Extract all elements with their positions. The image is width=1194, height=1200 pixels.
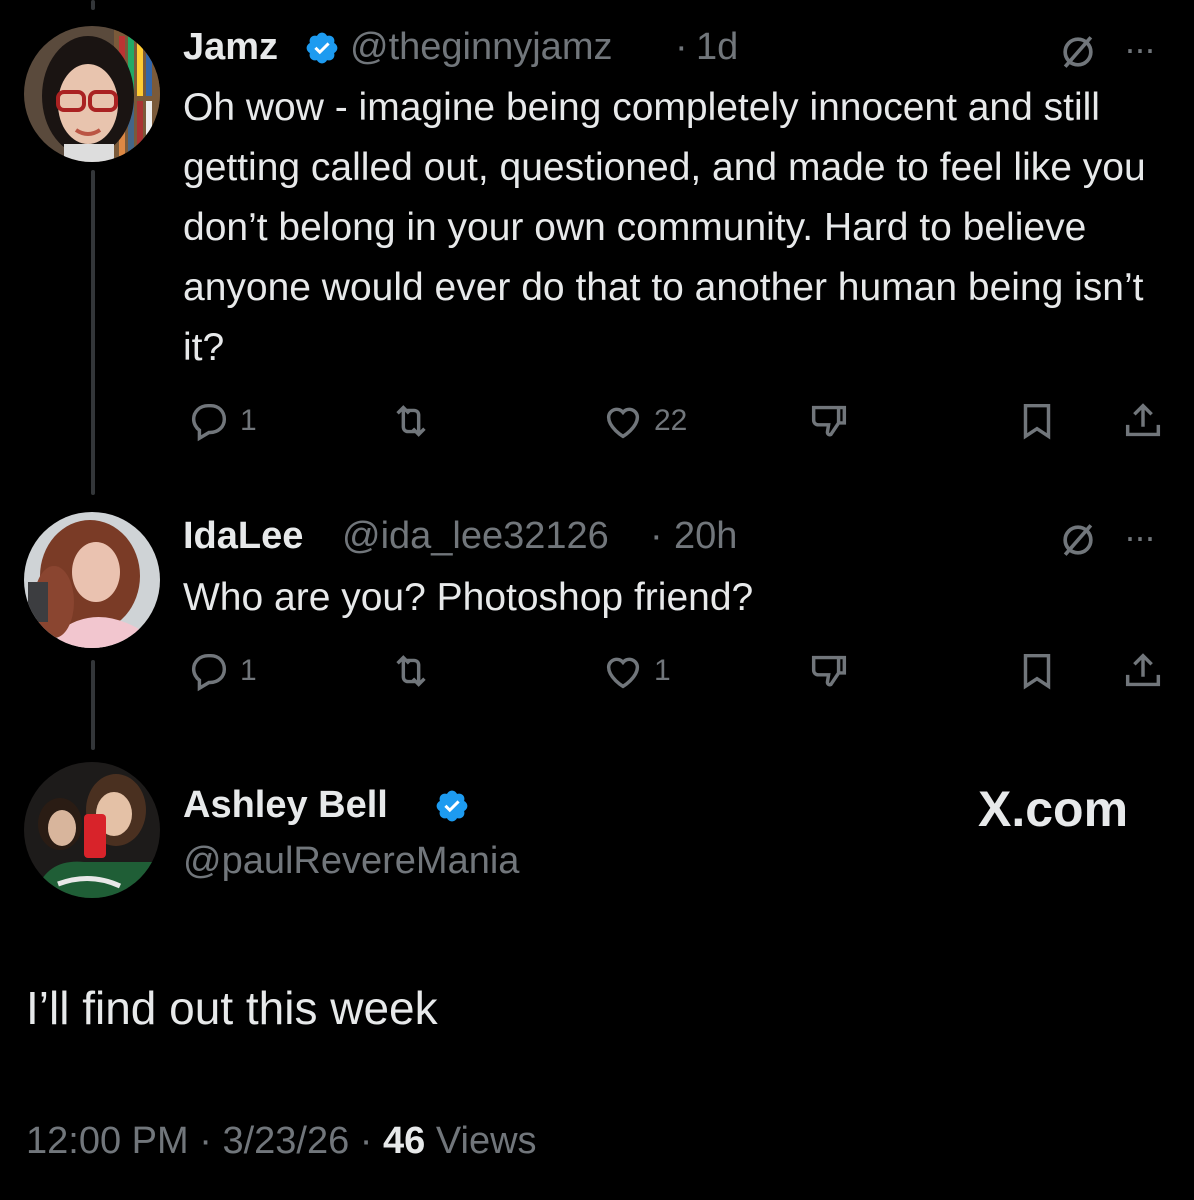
reply-count: 1 bbox=[240, 404, 257, 437]
reply-icon bbox=[191, 653, 227, 692]
bookmark-icon bbox=[1023, 653, 1051, 690]
like-button[interactable]: 22 bbox=[600, 398, 687, 444]
separator: · bbox=[199, 1120, 212, 1162]
tweet-meta: 12:00 PM · 3/23/26 · 46 Views bbox=[26, 1120, 537, 1163]
more-icon[interactable]: ··· bbox=[1124, 28, 1156, 70]
grok-icon[interactable] bbox=[1056, 30, 1100, 74]
thread-line bbox=[91, 0, 95, 10]
avatar[interactable] bbox=[24, 512, 160, 648]
author-name[interactable]: Jamz bbox=[183, 26, 278, 69]
repost-icon bbox=[396, 655, 426, 687]
timestamp[interactable]: 20h bbox=[674, 515, 737, 558]
author-handle[interactable]: @ida_lee32126 bbox=[342, 515, 609, 558]
reply-button[interactable]: 1 bbox=[186, 648, 257, 694]
author-name[interactable]: IdaLee bbox=[183, 515, 303, 558]
author-handle[interactable]: @paulRevereMania bbox=[183, 840, 519, 883]
downvote-button[interactable] bbox=[806, 398, 852, 444]
watermark-xcom: X.com bbox=[978, 781, 1129, 837]
separator: · bbox=[675, 26, 688, 68]
tweet-time: 12:00 PM bbox=[26, 1120, 189, 1162]
verified-badge-icon bbox=[436, 790, 468, 822]
separator: · bbox=[650, 515, 663, 557]
downvote-icon bbox=[811, 405, 847, 437]
thread-line bbox=[91, 660, 95, 750]
share-button[interactable] bbox=[1120, 398, 1166, 444]
repost-icon bbox=[396, 405, 426, 437]
separator: · bbox=[359, 1120, 373, 1162]
reply-button[interactable]: 1 bbox=[186, 398, 257, 444]
tweet-text: I’ll find out this week bbox=[26, 982, 438, 1034]
downvote-icon bbox=[811, 655, 847, 687]
views-label: Views bbox=[435, 1120, 537, 1162]
tweet-date[interactable]: 3/23/26 bbox=[222, 1120, 349, 1162]
like-count: 1 bbox=[654, 654, 671, 687]
share-icon bbox=[1125, 653, 1161, 687]
like-icon bbox=[606, 407, 640, 439]
views-count: 46 bbox=[383, 1120, 426, 1162]
downvote-button[interactable] bbox=[806, 648, 852, 694]
repost-button[interactable] bbox=[388, 648, 434, 694]
like-button[interactable]: 1 bbox=[600, 648, 671, 694]
author-name[interactable]: Ashley Bell bbox=[183, 784, 388, 827]
reply-icon bbox=[191, 403, 227, 442]
timestamp[interactable]: 1d bbox=[696, 26, 738, 69]
share-button[interactable] bbox=[1120, 648, 1166, 694]
bookmark-icon bbox=[1023, 403, 1051, 440]
author-handle[interactable]: @theginnyjamz bbox=[350, 26, 612, 69]
like-count: 22 bbox=[654, 404, 688, 437]
share-icon bbox=[1125, 403, 1161, 437]
grok-icon[interactable] bbox=[1056, 518, 1100, 562]
verified-badge-icon bbox=[306, 32, 338, 64]
like-icon bbox=[606, 657, 640, 689]
bookmark-button[interactable] bbox=[1014, 648, 1060, 694]
avatar[interactable] bbox=[24, 762, 160, 898]
bookmark-button[interactable] bbox=[1014, 398, 1060, 444]
avatar[interactable] bbox=[24, 26, 160, 162]
more-icon[interactable]: ··· bbox=[1124, 516, 1156, 558]
tweet-text: Oh wow - imagine being completely innoce… bbox=[183, 86, 1146, 369]
thread-line bbox=[91, 170, 95, 495]
tweet-text: Who are you? Photoshop friend? bbox=[183, 576, 754, 619]
repost-button[interactable] bbox=[388, 398, 434, 444]
reply-count: 1 bbox=[240, 654, 257, 687]
